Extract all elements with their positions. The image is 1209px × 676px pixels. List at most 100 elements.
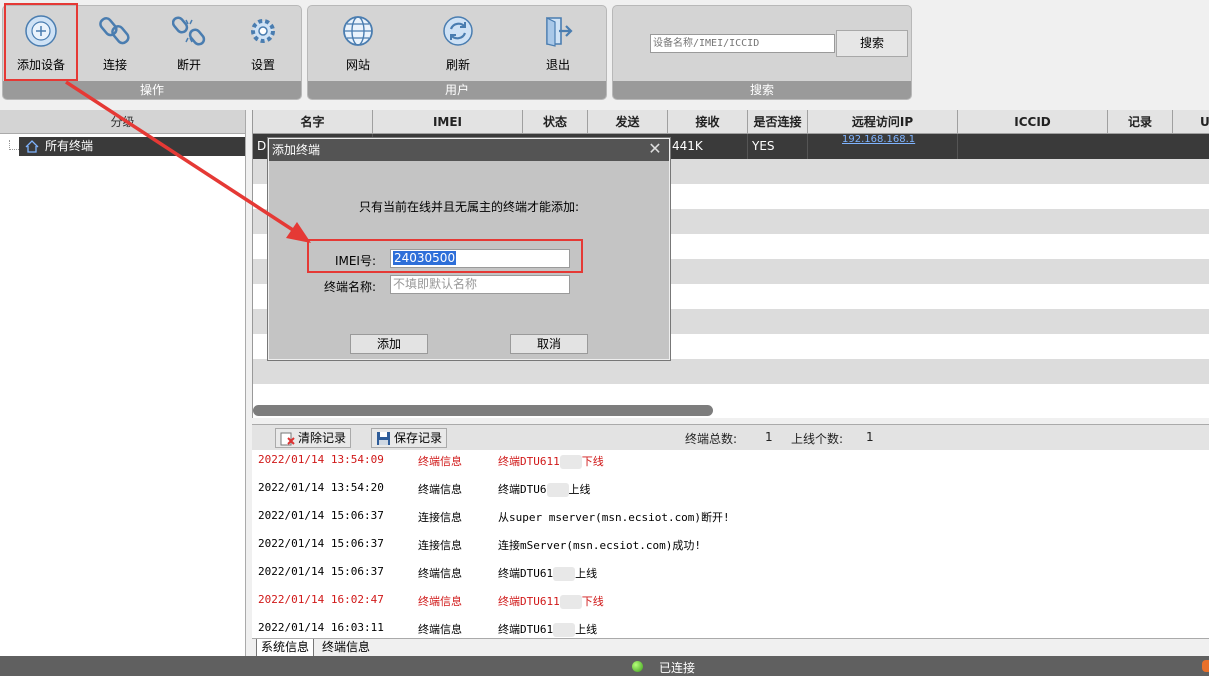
log-row: 2022/01/14 13:54:09 终端信息 终端DTU611 下线 <box>252 453 1209 473</box>
col-header-us[interactable]: US <box>1173 110 1209 134</box>
corner-indicator <box>1202 660 1209 672</box>
online-count-value: 1 <box>866 430 874 444</box>
connection-led-icon <box>632 661 643 672</box>
log-type: 终端信息 <box>418 623 462 636</box>
log-message-prefix: 终端DTU6 <box>498 483 547 496</box>
connect-label: 连接 <box>102 58 127 72</box>
col-header-status[interactable]: 状态 <box>523 110 588 134</box>
exit-button[interactable]: 退出 <box>526 12 590 80</box>
cell-remote-ip-link[interactable]: 192.168.168.1 <box>808 134 958 159</box>
tree-item-all-terminals[interactable]: 所有终端 <box>19 137 245 156</box>
log-row: 2022/01/14 15:06:37 连接信息 连接mServer(msn.e… <box>252 537 1209 557</box>
close-icon[interactable]: ✕ <box>647 141 663 157</box>
log-message-suffix: 上线 <box>568 483 591 496</box>
log-type: 终端信息 <box>418 595 462 608</box>
log-row: 2022/01/14 15:06:37 连接信息 从super mserver(… <box>252 509 1209 529</box>
col-header-record[interactable]: 记录 <box>1108 110 1173 134</box>
unlink-icon <box>172 16 206 46</box>
log-message: 终端DTU61 上线 <box>498 621 597 637</box>
log-row: 2022/01/14 16:03:11 终端信息 终端DTU61 上线 <box>252 621 1209 638</box>
col-header-remote-ip[interactable]: 远程访问IP <box>808 110 958 134</box>
cell-connected: YES <box>748 134 808 159</box>
disconnect-label: 断开 <box>176 58 201 72</box>
log-message-suffix: 上线 <box>575 623 598 636</box>
log-time: 2022/01/14 13:54:20 <box>258 481 384 494</box>
log-time: 2022/01/14 15:06:37 <box>258 565 384 578</box>
clear-log-label: 清除记录 <box>298 431 347 445</box>
cancel-button[interactable]: 取消 <box>510 334 588 354</box>
dialog-title: 添加终端 <box>269 139 669 161</box>
search-input[interactable] <box>650 34 835 53</box>
add-device-label: 添加设备 <box>16 58 65 72</box>
log-toolbar: 清除记录 保存记录 终端总数: 1 上线个数: 1 <box>252 424 1209 450</box>
horizontal-scrollbar[interactable] <box>253 405 713 416</box>
add-device-button[interactable]: 添加设备 <box>9 12 73 80</box>
toolbar-group-search: 搜索 搜索 <box>612 5 912 100</box>
add-button[interactable]: 添加 <box>350 334 428 354</box>
connect-button[interactable]: 连接 <box>83 12 147 80</box>
log-message-prefix: 终端DTU611 <box>498 595 560 608</box>
tree-header: 分级 <box>0 110 245 134</box>
group-caption-operations: 操作 <box>3 81 301 99</box>
log-type: 终端信息 <box>418 567 462 580</box>
globe-icon <box>343 16 373 46</box>
website-button[interactable]: 网站 <box>326 12 390 80</box>
log-message: 终端DTU611 下线 <box>498 453 604 469</box>
log-message-suffix: 下线 <box>581 595 604 608</box>
log-message-prefix: 终端DTU61 <box>498 567 554 580</box>
col-header-name[interactable]: 名字 <box>253 110 373 134</box>
search-button[interactable]: 搜索 <box>836 30 908 57</box>
log-message: 连接mServer(msn.ecsiot.com)成功! <box>498 539 701 552</box>
log-time: 2022/01/14 15:06:37 <box>258 537 384 550</box>
log-time: 2022/01/14 16:02:47 <box>258 593 384 606</box>
log-row: 2022/01/14 13:54:20 终端信息 终端DTU6 上线 <box>252 481 1209 501</box>
tree-connector <box>9 140 19 150</box>
settings-button[interactable]: 设置 <box>231 12 295 80</box>
imei-label: IMEI号: <box>334 254 376 268</box>
website-label: 网站 <box>345 58 370 72</box>
log-message: 从super mserver(msn.ecsiot.com)断开! <box>498 511 730 524</box>
add-device-icon <box>25 15 57 47</box>
settings-label: 设置 <box>250 58 275 72</box>
log-list: 2022/01/14 13:54:09 终端信息 终端DTU611 下线 2022… <box>252 450 1209 638</box>
log-type: 终端信息 <box>418 483 462 496</box>
clear-icon <box>280 432 295 446</box>
redacted-mark <box>546 483 569 497</box>
log-message-prefix: 终端DTU611 <box>498 455 560 468</box>
col-header-iccid[interactable]: ICCID <box>958 110 1108 134</box>
log-time: 2022/01/14 13:54:09 <box>258 453 384 466</box>
redacted-mark <box>559 595 582 609</box>
save-icon <box>377 432 390 445</box>
terminal-total-label: 终端总数: <box>685 432 738 446</box>
status-bar: 已连接 <box>0 656 1209 676</box>
dialog-message: 只有当前在线并且无属主的终端才能添加: <box>358 200 580 214</box>
tree-item-label: 所有终端 <box>45 139 94 153</box>
col-header-receive[interactable]: 接收 <box>668 110 748 134</box>
tab-system-info[interactable]: 系统信息 <box>256 639 315 657</box>
refresh-icon <box>443 16 473 46</box>
log-message-suffix: 下线 <box>581 455 604 468</box>
terminal-name-field[interactable]: 不填即默认名称 <box>390 275 570 294</box>
disconnect-button[interactable]: 断开 <box>157 12 221 80</box>
grid-header: 名字 IMEI 状态 发送 接收 是否连接 远程访问IP ICCID 记录 US <box>253 110 1209 134</box>
col-header-send[interactable]: 发送 <box>588 110 668 134</box>
imei-field[interactable]: 24030500 <box>390 249 570 268</box>
log-type: 连接信息 <box>418 511 462 524</box>
redacted-mark <box>553 623 576 637</box>
terminal-total-value: 1 <box>765 430 773 444</box>
cell-receive: 441K <box>668 134 748 159</box>
group-caption-user: 用户 <box>308 81 606 99</box>
exit-icon <box>546 17 573 47</box>
save-log-button[interactable]: 保存记录 <box>371 428 448 448</box>
col-header-imei[interactable]: IMEI <box>373 110 523 134</box>
save-log-label: 保存记录 <box>394 431 443 445</box>
log-type: 终端信息 <box>418 455 462 468</box>
home-icon <box>25 140 39 153</box>
col-header-connected[interactable]: 是否连接 <box>748 110 808 134</box>
group-caption-search: 搜索 <box>613 81 911 99</box>
refresh-button[interactable]: 刷新 <box>426 12 490 80</box>
tab-terminal-info[interactable]: 终端信息 <box>318 639 375 657</box>
clear-log-button[interactable]: 清除记录 <box>275 428 352 448</box>
log-row: 2022/01/14 15:06:37 终端信息 终端DTU61 上线 <box>252 565 1209 585</box>
log-time: 2022/01/14 15:06:37 <box>258 509 384 522</box>
